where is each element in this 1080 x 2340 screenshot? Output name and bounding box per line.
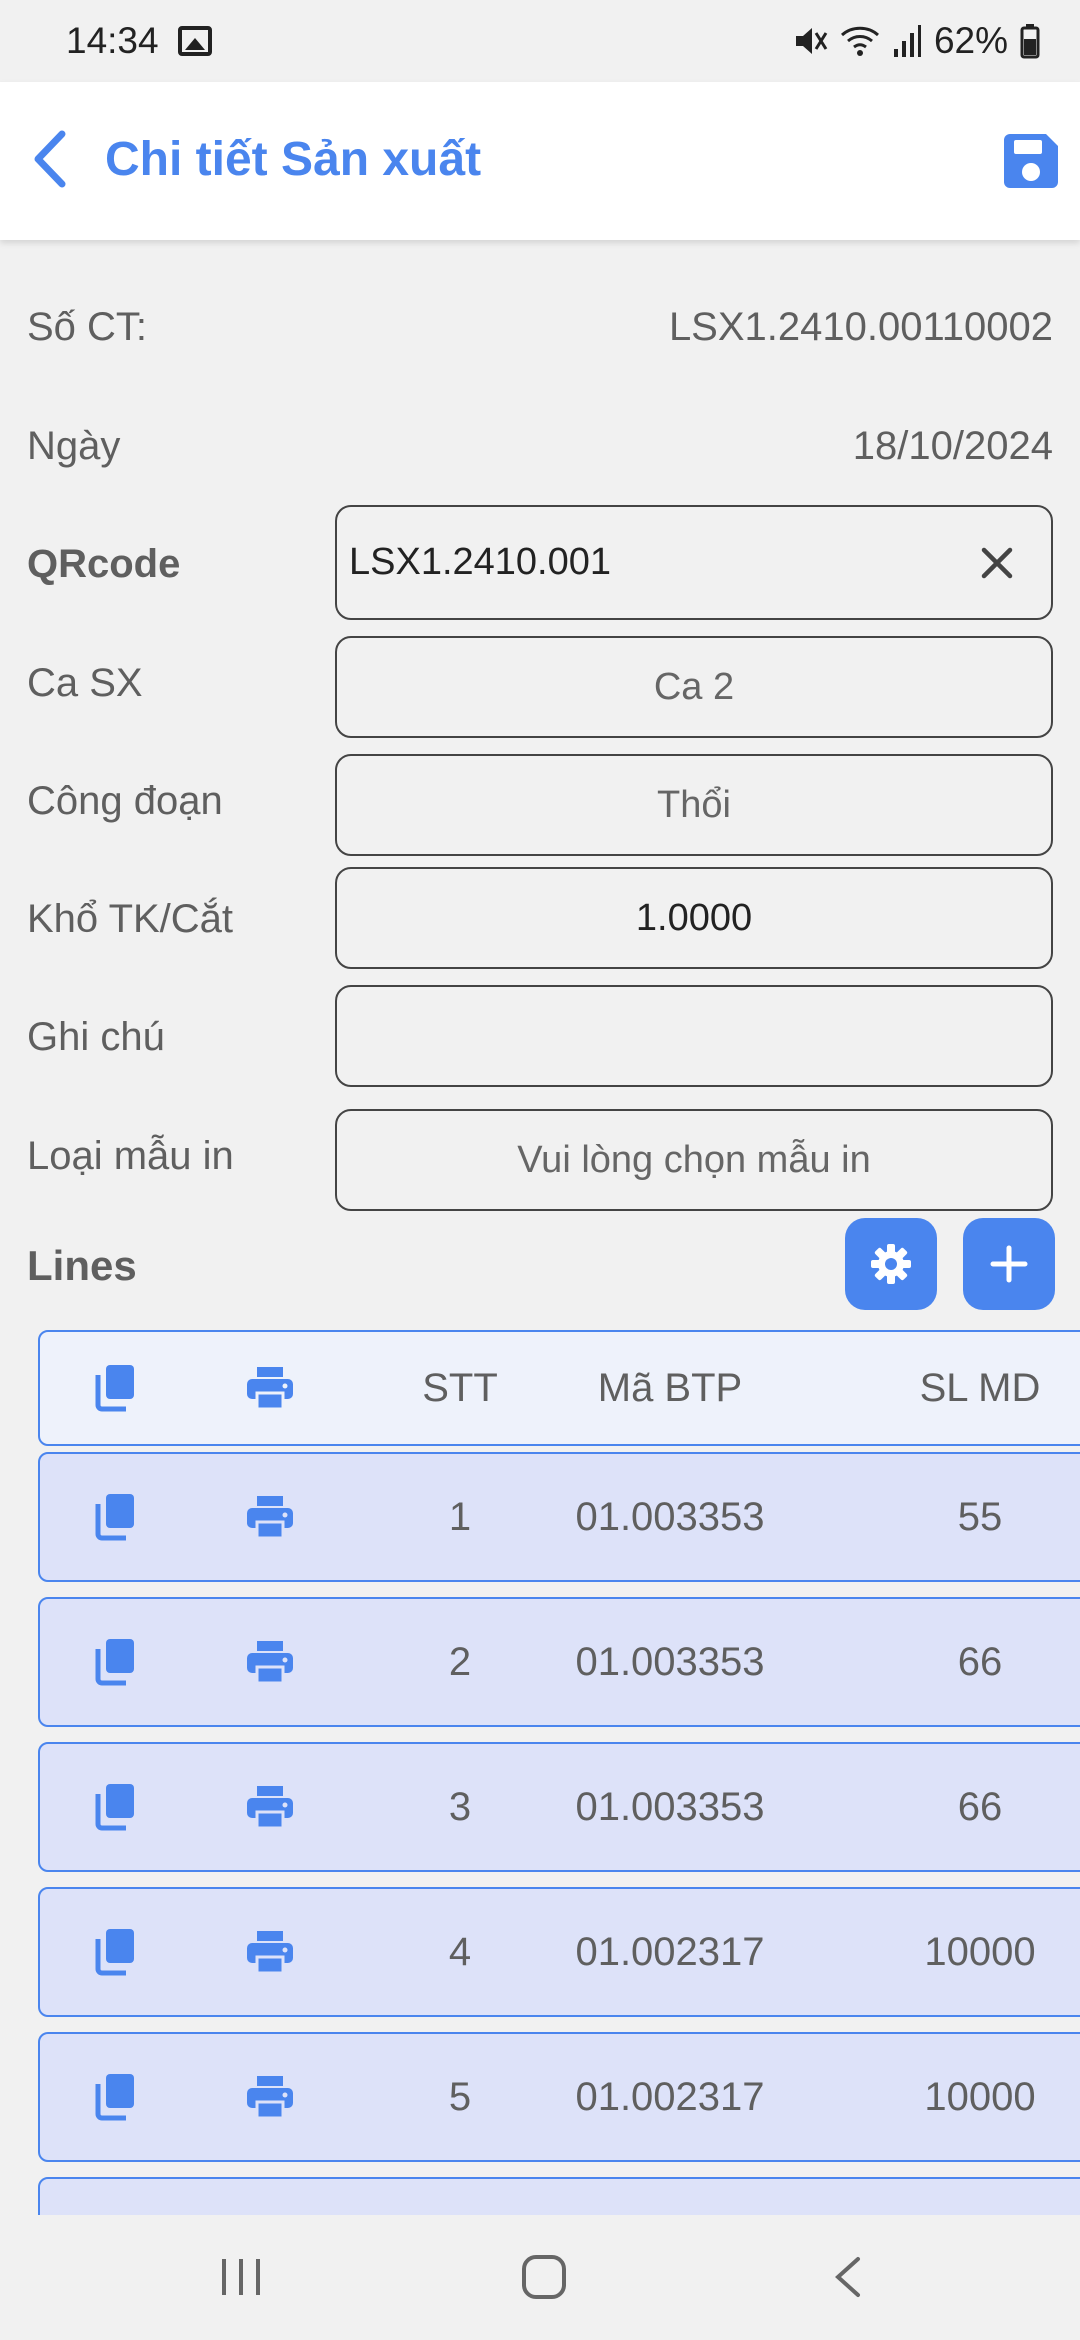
kho-value: 1.0000 (635, 896, 753, 939)
printer-icon[interactable] (245, 1599, 295, 1725)
copy-icon[interactable] (92, 1889, 138, 2015)
ca-sx-label: Ca SX (27, 661, 143, 705)
app-header: Chi tiết Sản xuất (0, 82, 1080, 240)
cell-sl-md: 66 (957, 1784, 1003, 1829)
column-header-stt: STT (422, 1365, 498, 1410)
cell-ma-btp: 01.003353 (575, 1494, 765, 1539)
loai-mau-in-select[interactable]: Vui lòng chọn mẫu in (335, 1109, 1053, 1211)
battery-icon (1020, 24, 1040, 59)
column-header-ma-btp: Mã BTP (597, 1365, 743, 1410)
gear-icon (871, 1244, 911, 1284)
cell-ma-btp: 01.002317 (575, 2074, 765, 2119)
cell-stt: 3 (448, 1784, 472, 1829)
kho-input[interactable]: 1.0000 (335, 867, 1053, 969)
table-header-row: STT Mã BTP SL MD (38, 1330, 1080, 1446)
table-row[interactable]: 1 01.003353 55 (38, 1452, 1080, 1582)
ca-sx-select[interactable]: Ca 2 (335, 636, 1053, 738)
cong-doan-value: Thổi (657, 783, 731, 826)
table-row-partial[interactable] (38, 2177, 1080, 2215)
floppy-disk-icon[interactable] (998, 128, 1064, 194)
battery-percent: 62% (933, 20, 1008, 61)
cong-doan-select[interactable]: Thổi (335, 754, 1053, 856)
wifi-icon (840, 26, 879, 56)
cell-sl-md: 55 (957, 1494, 1003, 1539)
copy-icon[interactable] (92, 1599, 138, 1725)
ghi-chu-input[interactable] (335, 985, 1053, 1087)
copy-icon[interactable] (92, 1332, 138, 1444)
cell-ma-btp: 01.003353 (575, 1639, 765, 1684)
chevron-left-icon[interactable] (18, 124, 88, 194)
nav-back-icon[interactable] (828, 2253, 868, 2301)
signal-icon (893, 25, 921, 57)
printer-icon[interactable] (245, 1332, 295, 1444)
cell-stt: 5 (448, 2074, 472, 2119)
copy-icon[interactable] (92, 2034, 138, 2160)
close-icon[interactable] (979, 545, 1015, 581)
system-nav-bar (0, 2215, 1080, 2340)
kho-label: Khổ TK/Cắt (27, 897, 234, 941)
so-ct-label: Số CT: (27, 305, 148, 349)
table-row[interactable]: 3 01.003353 66 (38, 1742, 1080, 1872)
image-notification-icon (178, 26, 212, 56)
status-time: 14:34 (66, 20, 159, 61)
settings-button[interactable] (845, 1218, 937, 1310)
status-indicators: 62% (792, 20, 1040, 62)
printer-icon[interactable] (245, 1744, 295, 1870)
ghi-chu-label: Ghi chú (27, 1015, 165, 1059)
plus-icon (990, 1245, 1028, 1283)
lines-label: Lines (27, 1242, 137, 1289)
add-line-button[interactable] (963, 1218, 1055, 1310)
lines-table: STT Mã BTP SL MD 1 01.003353 55 2 01.003… (38, 1330, 1080, 2215)
printer-icon[interactable] (245, 2034, 295, 2160)
cell-stt: 1 (448, 1494, 472, 1539)
copy-icon[interactable] (92, 1454, 138, 1580)
qrcode-input[interactable]: LSX1.2410.001 (335, 505, 1053, 620)
qrcode-value: LSX1.2410.001 (349, 541, 612, 583)
loai-mau-in-placeholder: Vui lòng chọn mẫu in (517, 1138, 871, 1181)
table-row[interactable]: 4 01.002317 10000 (38, 1887, 1080, 2017)
mute-icon (795, 28, 828, 54)
qrcode-label: QRcode (27, 542, 181, 586)
cell-sl-md: 66 (957, 1639, 1003, 1684)
recent-apps-icon[interactable] (218, 2255, 264, 2299)
cong-doan-label: Công đoạn (27, 779, 223, 823)
ngay-label: Ngày (27, 424, 121, 468)
table-row[interactable]: 5 01.002317 10000 (38, 2032, 1080, 2162)
cell-stt: 2 (448, 1639, 472, 1684)
home-icon[interactable] (520, 2253, 568, 2301)
column-header-sl-md: SL MD (919, 1365, 1041, 1410)
table-row[interactable]: 2 01.003353 66 (38, 1597, 1080, 1727)
ca-sx-value: Ca 2 (653, 665, 735, 708)
printer-icon[interactable] (245, 1454, 295, 1580)
loai-mau-in-label: Loại mẫu in (27, 1134, 234, 1178)
cell-ma-btp: 01.003353 (575, 1784, 765, 1829)
cell-sl-md: 10000 (924, 2074, 1036, 2119)
printer-icon[interactable] (245, 1889, 295, 2015)
cell-sl-md: 10000 (924, 1929, 1036, 1974)
copy-icon[interactable] (92, 1744, 138, 1870)
cell-ma-btp: 01.002317 (575, 1929, 765, 1974)
page-title: Chi tiết Sản xuất (105, 133, 482, 186)
so-ct-value: LSX1.2410.00110002 (668, 305, 1053, 349)
status-bar: 14:34 62% (0, 0, 1080, 82)
ngay-value: 18/10/2024 (852, 424, 1053, 468)
cell-stt: 4 (448, 1929, 472, 1974)
